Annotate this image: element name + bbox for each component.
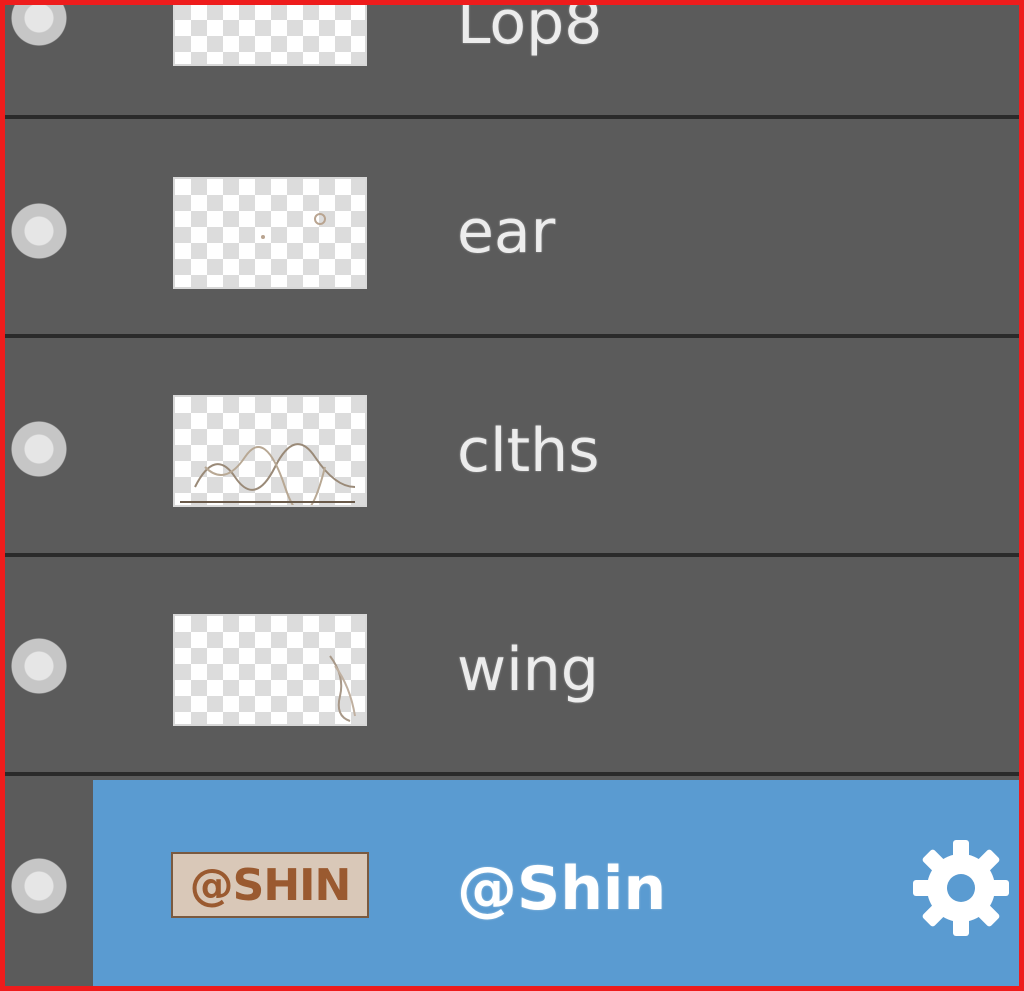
layer-thumbnail: [175, 397, 365, 505]
layer-name: clths: [457, 416, 600, 486]
visibility-toggle[interactable]: [11, 638, 67, 694]
visibility-toggle[interactable]: [11, 203, 67, 259]
layer-row-wing[interactable]: wing: [5, 561, 1019, 776]
layer-thumbnail: [175, 5, 365, 64]
row-divider: [5, 553, 1019, 557]
layer-row-clths[interactable]: clths: [5, 342, 1019, 557]
layer-name: @Shin: [457, 854, 667, 924]
row-divider: [5, 115, 1019, 119]
layer-thumbnail: @SHIN: [173, 854, 367, 916]
thumbnail-art: [329, 655, 356, 722]
layer-thumbnail: [175, 616, 365, 724]
layer-thumbnail: [175, 179, 365, 287]
layer-row-ear[interactable]: ear: [5, 123, 1019, 338]
gear-icon[interactable]: [911, 838, 1011, 938]
layer-name: wing: [457, 635, 599, 705]
row-divider: [5, 772, 1019, 776]
visibility-toggle[interactable]: [11, 858, 67, 914]
visibility-toggle[interactable]: [11, 421, 67, 477]
layer-row-lop8[interactable]: Lop8: [5, 0, 1019, 119]
thumbnail-logo-text: @SHIN: [189, 859, 352, 911]
layer-row-shin[interactable]: @SHIN @Shin: [5, 780, 1019, 986]
layers-panel: Lop8 ear clths wing @SHIN @Shin: [0, 0, 1024, 991]
thumbnail-art: [261, 213, 326, 239]
layer-name: ear: [457, 197, 556, 267]
visibility-toggle[interactable]: [11, 5, 67, 46]
row-divider: [5, 334, 1019, 338]
thumbnail-art: [180, 443, 356, 505]
layer-name: Lop8: [457, 0, 603, 58]
